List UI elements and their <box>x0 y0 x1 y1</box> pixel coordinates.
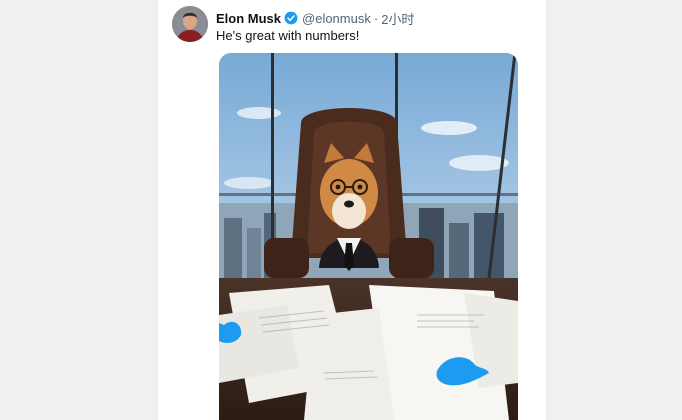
author-handle[interactable]: @elonmusk <box>302 11 371 26</box>
tweet-header: Elon Musk @elonmusk · 2小时 <box>216 9 414 27</box>
tweet-card[interactable]: Elon Musk @elonmusk · 2小时 He's great wit… <box>158 0 546 420</box>
shiba-ceo-photo-icon <box>219 53 518 420</box>
tweet-media-photo[interactable] <box>219 53 518 420</box>
verified-badge-icon <box>284 11 298 25</box>
tweet-text: He's great with numbers! <box>216 28 360 43</box>
author-avatar[interactable] <box>172 6 208 42</box>
separator-dot: · <box>373 10 379 26</box>
author-name[interactable]: Elon Musk <box>216 11 281 26</box>
tweet-timestamp[interactable]: 2小时 <box>381 9 414 28</box>
profile-photo-icon <box>172 6 208 42</box>
